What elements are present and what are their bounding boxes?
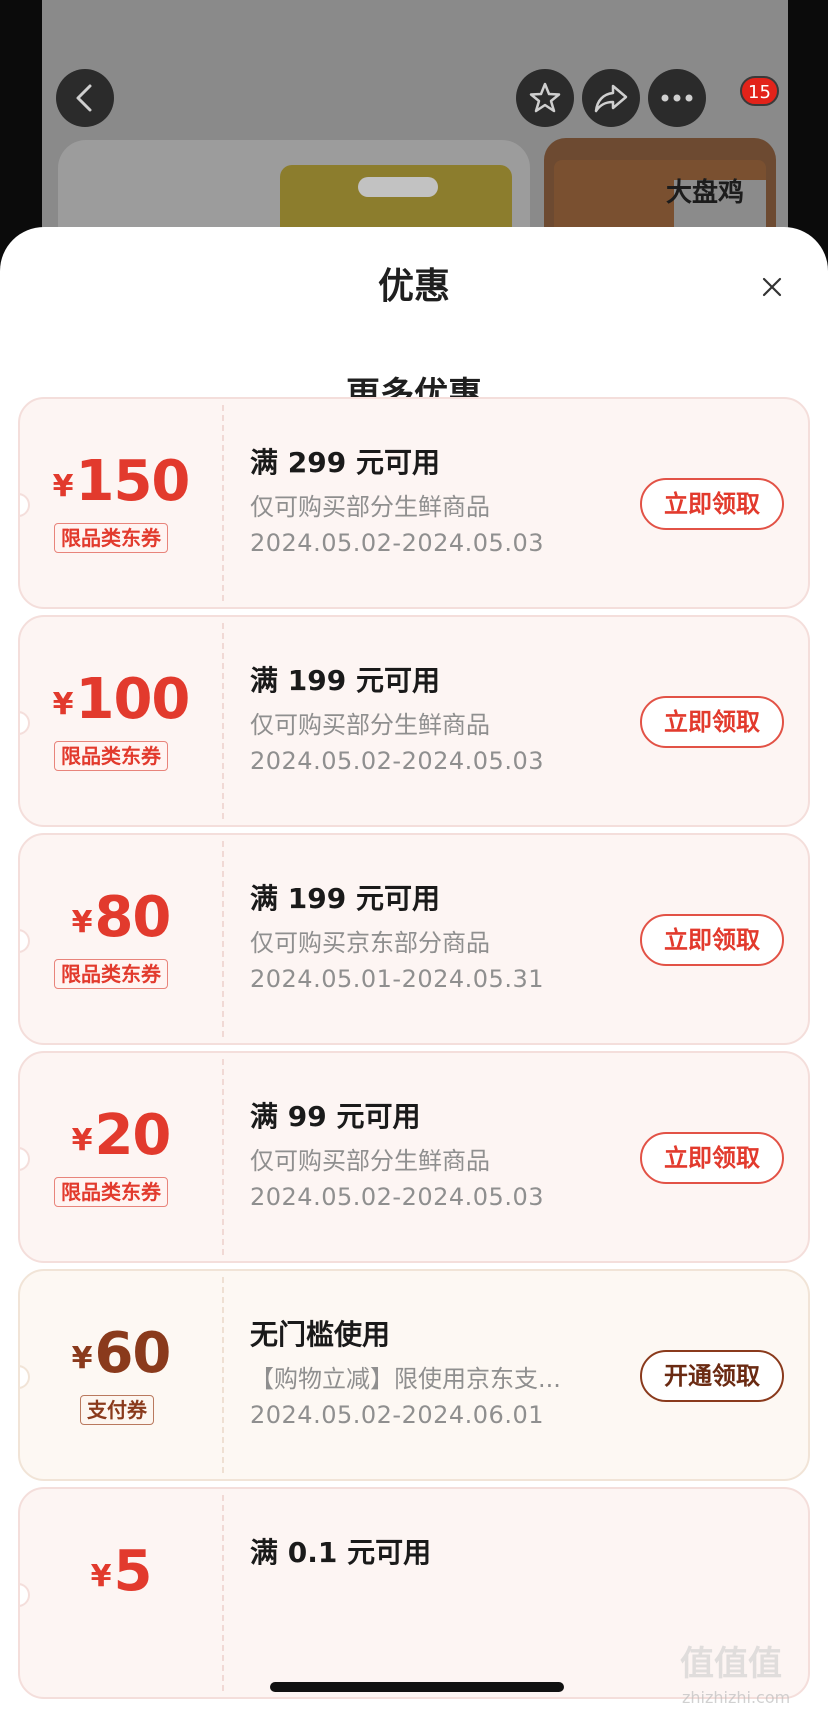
- coupon-amount: ¥80: [71, 885, 172, 950]
- coupon-card: ¥20 限品类东券 满 99 元可用 仅可购买部分生鲜商品 2024.05.02…: [18, 1051, 810, 1263]
- coupon-type-tag: 限品类东券: [54, 741, 168, 771]
- coupon-dates: 2024.05.02-2024.05.03: [250, 1183, 544, 1211]
- coupon-dates: 2024.05.02-2024.05.03: [250, 747, 544, 775]
- claim-button[interactable]: 立即领取: [640, 696, 784, 748]
- claim-button[interactable]: 立即领取: [640, 1132, 784, 1184]
- coupon-condition: 满 199 元可用: [250, 882, 440, 915]
- activate-claim-button[interactable]: 开通领取: [640, 1350, 784, 1402]
- watermark-logo: 值值值: [680, 1644, 782, 1684]
- favorite-button[interactable]: [516, 69, 574, 127]
- coupon-scope: 【购物立减】限使用京东支...: [250, 1365, 561, 1393]
- coupon-type-tag: 限品类东券: [54, 523, 168, 553]
- coupon-condition: 无门槛使用: [250, 1318, 391, 1351]
- coupon-card: ¥100 限品类东券 满 199 元可用 仅可购买部分生鲜商品 2024.05.…: [18, 615, 810, 827]
- coupon-amount: ¥150: [52, 449, 191, 514]
- coupon-condition: 满 299 元可用: [250, 446, 440, 479]
- more-dots-icon: [661, 94, 693, 102]
- coupon-condition: 满 99 元可用: [250, 1100, 421, 1133]
- close-button[interactable]: [754, 269, 790, 305]
- watermark-url: zhizhizhi.com: [682, 1688, 791, 1707]
- coupon-amount: ¥60: [71, 1321, 172, 1386]
- coupon-card: ¥80 限品类东券 满 199 元可用 仅可购买京东部分商品 2024.05.0…: [18, 833, 810, 1045]
- coupon-type-tag: 支付券: [80, 1395, 154, 1425]
- coupon-type-tag: 限品类东券: [54, 959, 168, 989]
- coupon-card-payment: ¥60 支付券 无门槛使用 【购物立减】限使用京东支... 2024.05.02…: [18, 1269, 810, 1481]
- coupon-dates: 2024.05.01-2024.05.31: [250, 965, 544, 993]
- coupon-type-tag: 限品类东券: [54, 1177, 168, 1207]
- star-icon: [529, 82, 561, 113]
- more-button[interactable]: [648, 69, 706, 127]
- coupon-card: ¥150 限品类东券 满 299 元可用 仅可购买部分生鲜商品 2024.05.…: [18, 397, 810, 609]
- close-icon: [762, 277, 782, 297]
- coupon-scope: 仅可购买部分生鲜商品: [250, 1147, 490, 1175]
- coupon-scope: 仅可购买京东部分商品: [250, 929, 490, 957]
- brand-text: 大盘鸡: [666, 178, 745, 208]
- chevron-left-icon: [76, 84, 92, 112]
- coupon-dates: 2024.05.02-2024.05.03: [250, 529, 544, 557]
- coupon-condition: 满 199 元可用: [250, 664, 440, 697]
- claim-button[interactable]: 立即领取: [640, 914, 784, 966]
- back-button[interactable]: [56, 69, 114, 127]
- coupon-dates: 2024.05.02-2024.06.01: [250, 1401, 544, 1429]
- coupon-scope: 仅可购买部分生鲜商品: [250, 711, 490, 739]
- coupon-amount: ¥100: [52, 667, 191, 732]
- coupon-scope: 仅可购买部分生鲜商品: [250, 493, 490, 521]
- share-icon: [594, 84, 628, 113]
- coupon-amount: ¥5: [90, 1539, 153, 1604]
- share-button[interactable]: [582, 69, 640, 127]
- home-indicator: [270, 1682, 564, 1692]
- claim-button[interactable]: 立即领取: [640, 478, 784, 530]
- notification-badge: 15: [740, 76, 779, 106]
- coupon-amount: ¥20: [71, 1103, 172, 1168]
- sheet-title: 优惠: [377, 266, 450, 307]
- discount-sheet: 优惠 更多优惠 ¥150 限品类东券 满 299 元可用 仅可购买部分生鲜商品 …: [0, 227, 828, 1716]
- coupon-condition: 满 0.1 元可用: [250, 1536, 432, 1569]
